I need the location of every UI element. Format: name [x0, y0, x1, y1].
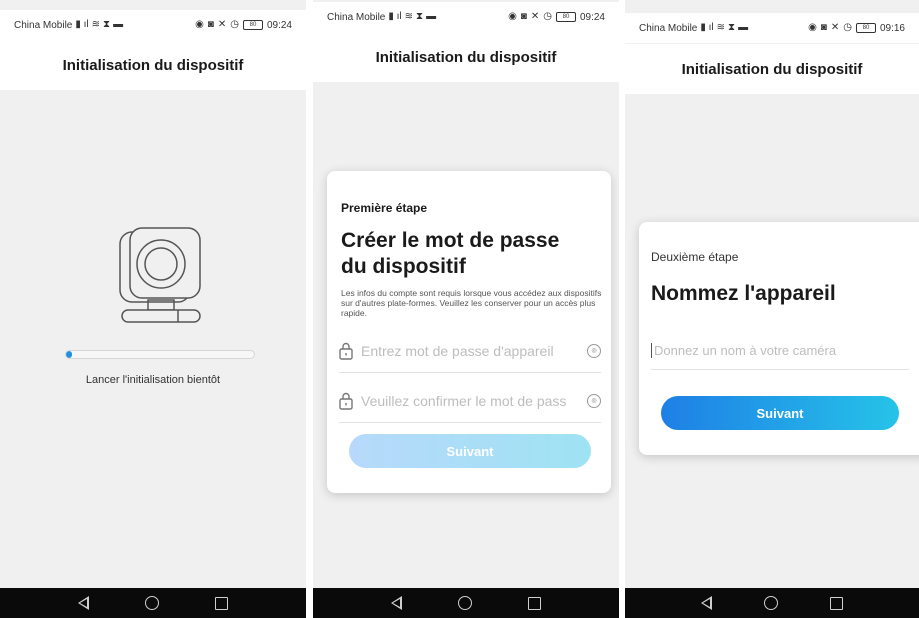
hourglass-icon: ⧗ [103, 19, 111, 30]
next-button[interactable]: Suivant [661, 396, 899, 430]
initialization-progress-bar [65, 350, 255, 359]
status-bar: China Mobile ▮ ıl ≋ ⧗ ▬ ◉ ◙ ✕ ◷ 80 09:16 [625, 13, 919, 43]
page-title: Initialisation du dispositif [313, 32, 619, 82]
eye-icon[interactable]: ◎ [587, 343, 601, 358]
home-icon[interactable] [458, 596, 472, 610]
mute-icon: ✕ [217, 19, 227, 30]
card-description: Les infos du compte sont requis lorsque … [341, 288, 602, 318]
recent-apps-icon[interactable] [830, 596, 843, 610]
confirm-password-field: ◎ [339, 379, 601, 423]
notification-icon: ▬ [113, 19, 124, 30]
alarm-icon: ◷ [543, 11, 552, 22]
notification-icon: ▬ [426, 11, 437, 22]
password-field: ◎ [339, 329, 601, 373]
notification-icon: ▬ [738, 22, 749, 33]
home-icon[interactable] [145, 596, 159, 610]
next-button-disabled[interactable]: Suivant [349, 434, 591, 468]
eye-comfort-icon: ◉ [195, 19, 204, 30]
signal-icon: ▮ ıl [700, 22, 714, 33]
eye-comfort-icon: ◉ [508, 11, 517, 22]
carrier-label: China Mobile [639, 22, 698, 34]
alarm-icon: ◷ [843, 22, 852, 33]
wifi-icon: ≋ [716, 22, 726, 33]
lock-icon [339, 342, 353, 360]
system-navigation-bar [313, 588, 619, 618]
recent-apps-icon[interactable] [215, 596, 228, 610]
signal-icon: ▮ ıl [75, 19, 89, 30]
back-icon[interactable] [78, 596, 89, 610]
clock-time: 09:24 [266, 19, 292, 31]
system-navigation-bar [0, 588, 306, 618]
carrier-label: China Mobile [14, 19, 73, 31]
eye-comfort-icon: ◉ [808, 22, 817, 33]
name-device-card: Deuxième étape Nommez l'appareil Suivant [639, 222, 919, 455]
vibrate-icon: ◙ [207, 19, 214, 30]
mute-icon: ✕ [530, 11, 540, 22]
back-icon[interactable] [391, 596, 402, 610]
page-title: Initialisation du dispositif [0, 40, 306, 90]
home-icon[interactable] [764, 596, 778, 610]
card-title-line-1: Créer le mot de passe [341, 229, 560, 252]
device-name-input[interactable] [651, 343, 909, 358]
initialization-status-text: Lancer l'initialisation bientôt [85, 374, 221, 386]
status-bar: China Mobile ▮ ıl ≋ ⧗ ▬ ◉ ◙ ✕ ◷ 80 09:24 [0, 10, 306, 40]
step-label: Deuxième étape [651, 250, 739, 264]
confirm-password-input[interactable] [361, 392, 581, 409]
hourglass-icon: ⧗ [728, 22, 736, 33]
camera-icon [119, 227, 201, 323]
signal-icon: ▮ ıl [388, 11, 402, 22]
step-label: Première étape [341, 201, 428, 215]
card-title-line-2: du dispositif [341, 255, 466, 278]
page-title: Initialisation du dispositif [625, 44, 919, 94]
device-name-field [651, 332, 909, 370]
clock-time: 09:24 [579, 11, 605, 23]
vibrate-icon: ◙ [820, 22, 827, 33]
screen-divider [306, 0, 313, 618]
recent-apps-icon[interactable] [528, 596, 541, 610]
status-bar: China Mobile ▮ ıl ≋ ⧗ ▬ ◉ ◙ ✕ ◷ 80 09:24 [313, 2, 619, 32]
system-navigation-bar [625, 588, 919, 618]
vibrate-icon: ◙ [520, 11, 527, 22]
progress-fill [66, 351, 72, 358]
lock-icon [339, 392, 353, 410]
card-title: Nommez l'appareil [651, 282, 836, 305]
clock-time: 09:16 [879, 22, 905, 34]
wifi-icon: ≋ [404, 11, 414, 22]
phone-screen-name-device: China Mobile ▮ ıl ≋ ⧗ ▬ ◉ ◙ ✕ ◷ 80 09:16… [625, 0, 919, 618]
password-setup-card: Première étape Créer le mot de passe du … [327, 171, 611, 493]
phone-screen-create-password: China Mobile ▮ ıl ≋ ⧗ ▬ ◉ ◙ ✕ ◷ 80 09:24… [313, 0, 619, 618]
battery-icon: 80 [555, 12, 576, 22]
hourglass-icon: ⧗ [416, 11, 424, 22]
eye-icon[interactable]: ◎ [587, 393, 601, 408]
wifi-icon: ≋ [91, 19, 101, 30]
carrier-label: China Mobile [327, 11, 386, 23]
battery-icon: 80 [242, 20, 263, 30]
phone-screen-initializing: China Mobile ▮ ıl ≋ ⧗ ▬ ◉ ◙ ✕ ◷ 80 09:24… [0, 0, 306, 618]
password-input[interactable] [361, 342, 581, 359]
alarm-icon: ◷ [230, 19, 239, 30]
battery-icon: 80 [855, 23, 876, 33]
mute-icon: ✕ [830, 22, 840, 33]
back-icon[interactable] [701, 596, 712, 610]
